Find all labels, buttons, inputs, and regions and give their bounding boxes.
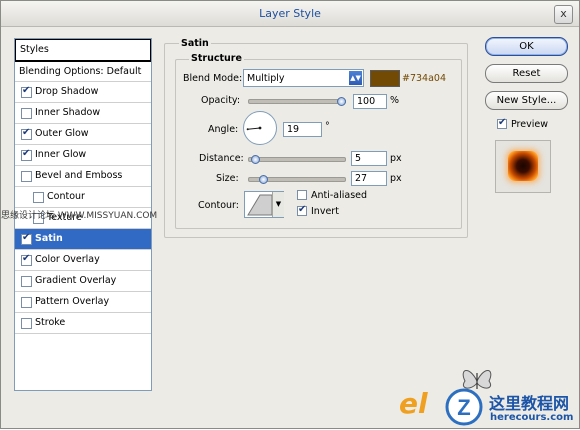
style-item-checkbox[interactable]	[21, 127, 32, 140]
style-item-checkbox[interactable]	[21, 297, 32, 308]
svg-text:Z: Z	[457, 395, 470, 420]
size-label: Size:	[216, 173, 239, 184]
title-bar: Layer Style x	[1, 1, 579, 27]
style-item-label: Pattern Overlay	[35, 296, 110, 307]
angle-input[interactable]: 19	[283, 122, 322, 137]
styles-header[interactable]: Styles	[15, 39, 151, 61]
size-slider[interactable]	[248, 175, 346, 184]
layer-style-dialog: Layer Style x Styles Blending Options: D…	[0, 0, 580, 429]
contour-dropdown-arrow[interactable]: ▼	[272, 192, 284, 217]
style-item-label: Contour	[47, 191, 85, 202]
brand-cn-text: 这里教程网	[489, 394, 570, 413]
style-item-checkbox[interactable]	[21, 276, 32, 287]
distance-slider[interactable]	[248, 155, 346, 164]
preview-checkbox[interactable]	[497, 117, 507, 129]
satin-color-swatch[interactable]	[370, 70, 400, 87]
style-item-checkbox[interactable]	[21, 148, 32, 161]
color-hex-label: #734a04	[402, 73, 447, 84]
opacity-unit: %	[390, 95, 400, 106]
style-item-checkbox[interactable]	[33, 192, 44, 203]
style-item-inner-glow[interactable]: Inner Glow	[15, 145, 151, 166]
style-item-label: Bevel and Emboss	[35, 170, 123, 181]
anti-aliased-label: Anti-aliased	[311, 190, 368, 201]
style-item-satin[interactable]: Satin	[15, 229, 151, 250]
reset-button[interactable]: Reset	[485, 64, 568, 83]
brand-url-text: herecours.com	[490, 412, 574, 423]
angle-unit: °	[325, 121, 330, 132]
new-style-button[interactable]: New Style...	[485, 91, 568, 110]
preview-label: Preview	[511, 119, 548, 130]
anti-aliased-checkbox[interactable]	[297, 190, 307, 200]
style-item-pattern-overlay[interactable]: Pattern Overlay	[15, 292, 151, 313]
z-logo-icon: Z	[445, 388, 483, 426]
chevron-updown-icon: ▲▼	[349, 71, 362, 85]
close-button[interactable]: x	[554, 5, 573, 24]
distance-input[interactable]: 5	[351, 151, 387, 166]
distance-label: Distance:	[199, 153, 244, 164]
size-unit: px	[390, 173, 402, 184]
style-item-bevel-and-emboss[interactable]: Bevel and Emboss	[15, 166, 151, 187]
style-item-drop-shadow[interactable]: Drop Shadow	[15, 82, 151, 103]
style-item-checkbox[interactable]	[21, 85, 32, 98]
style-item-contour[interactable]: Contour	[15, 187, 151, 208]
opacity-slider-knob[interactable]	[337, 97, 346, 106]
dialog-title: Layer Style	[259, 7, 321, 20]
blend-mode-select[interactable]: Multiply ▲▼	[243, 69, 364, 87]
opacity-slider[interactable]	[248, 97, 346, 106]
style-item-inner-shadow[interactable]: Inner Shadow	[15, 103, 151, 124]
preview-glow-swatch	[508, 151, 538, 181]
contour-label: Contour:	[198, 200, 239, 211]
contour-curve-icon	[247, 194, 273, 216]
style-item-label: Satin	[35, 233, 63, 244]
invert-label: Invert	[311, 206, 339, 217]
size-slider-knob[interactable]	[259, 175, 268, 184]
style-preview-thumbnail	[495, 140, 551, 193]
distance-unit: px	[390, 153, 402, 164]
distance-slider-knob[interactable]	[251, 155, 260, 164]
style-item-label: Inner Shadow	[35, 107, 101, 118]
angle-label: Angle:	[208, 124, 239, 135]
satin-group-title: Satin	[179, 38, 211, 49]
style-item-checkbox[interactable]	[21, 232, 32, 245]
el-logo-glyph: el	[399, 387, 428, 420]
style-item-gradient-overlay[interactable]: Gradient Overlay	[15, 271, 151, 292]
watermark-text: 思缘设计论坛 WWW.MISSYUAN.COM	[1, 211, 158, 221]
style-item-label: Outer Glow	[35, 128, 89, 139]
style-item-outer-glow[interactable]: Outer Glow	[15, 124, 151, 145]
style-item-checkbox[interactable]	[21, 253, 32, 266]
style-item-checkbox[interactable]	[21, 171, 32, 182]
size-input[interactable]: 27	[351, 171, 387, 186]
blend-mode-label: Blend Mode:	[183, 73, 243, 84]
watermark-logo-area: el Z 这里教程网 herecours.com	[393, 357, 580, 430]
angle-dial-needle	[246, 126, 262, 131]
style-item-checkbox[interactable]	[21, 318, 32, 329]
styles-header-label: Styles	[20, 44, 49, 55]
blend-mode-value: Multiply	[247, 73, 285, 84]
style-item-checkbox[interactable]	[21, 108, 32, 119]
opacity-input[interactable]: 100	[353, 94, 387, 109]
style-item-stroke[interactable]: Stroke	[15, 313, 151, 334]
structure-group-title: Structure	[189, 53, 244, 64]
style-item-label: Inner Glow	[35, 149, 87, 160]
style-item-label: Color Overlay	[35, 254, 100, 265]
opacity-label: Opacity:	[201, 95, 241, 106]
style-item-color-overlay[interactable]: Color Overlay	[15, 250, 151, 271]
invert-checkbox[interactable]	[297, 204, 307, 216]
style-item-label: Stroke	[35, 317, 66, 328]
style-item-label: Drop Shadow	[35, 86, 99, 97]
style-item-blending-options-default[interactable]: Blending Options: Default	[15, 61, 151, 82]
style-item-label: Gradient Overlay	[35, 275, 117, 286]
style-item-label: Blending Options: Default	[19, 66, 142, 77]
ok-button[interactable]: OK	[485, 37, 568, 56]
angle-dial[interactable]	[243, 111, 277, 145]
